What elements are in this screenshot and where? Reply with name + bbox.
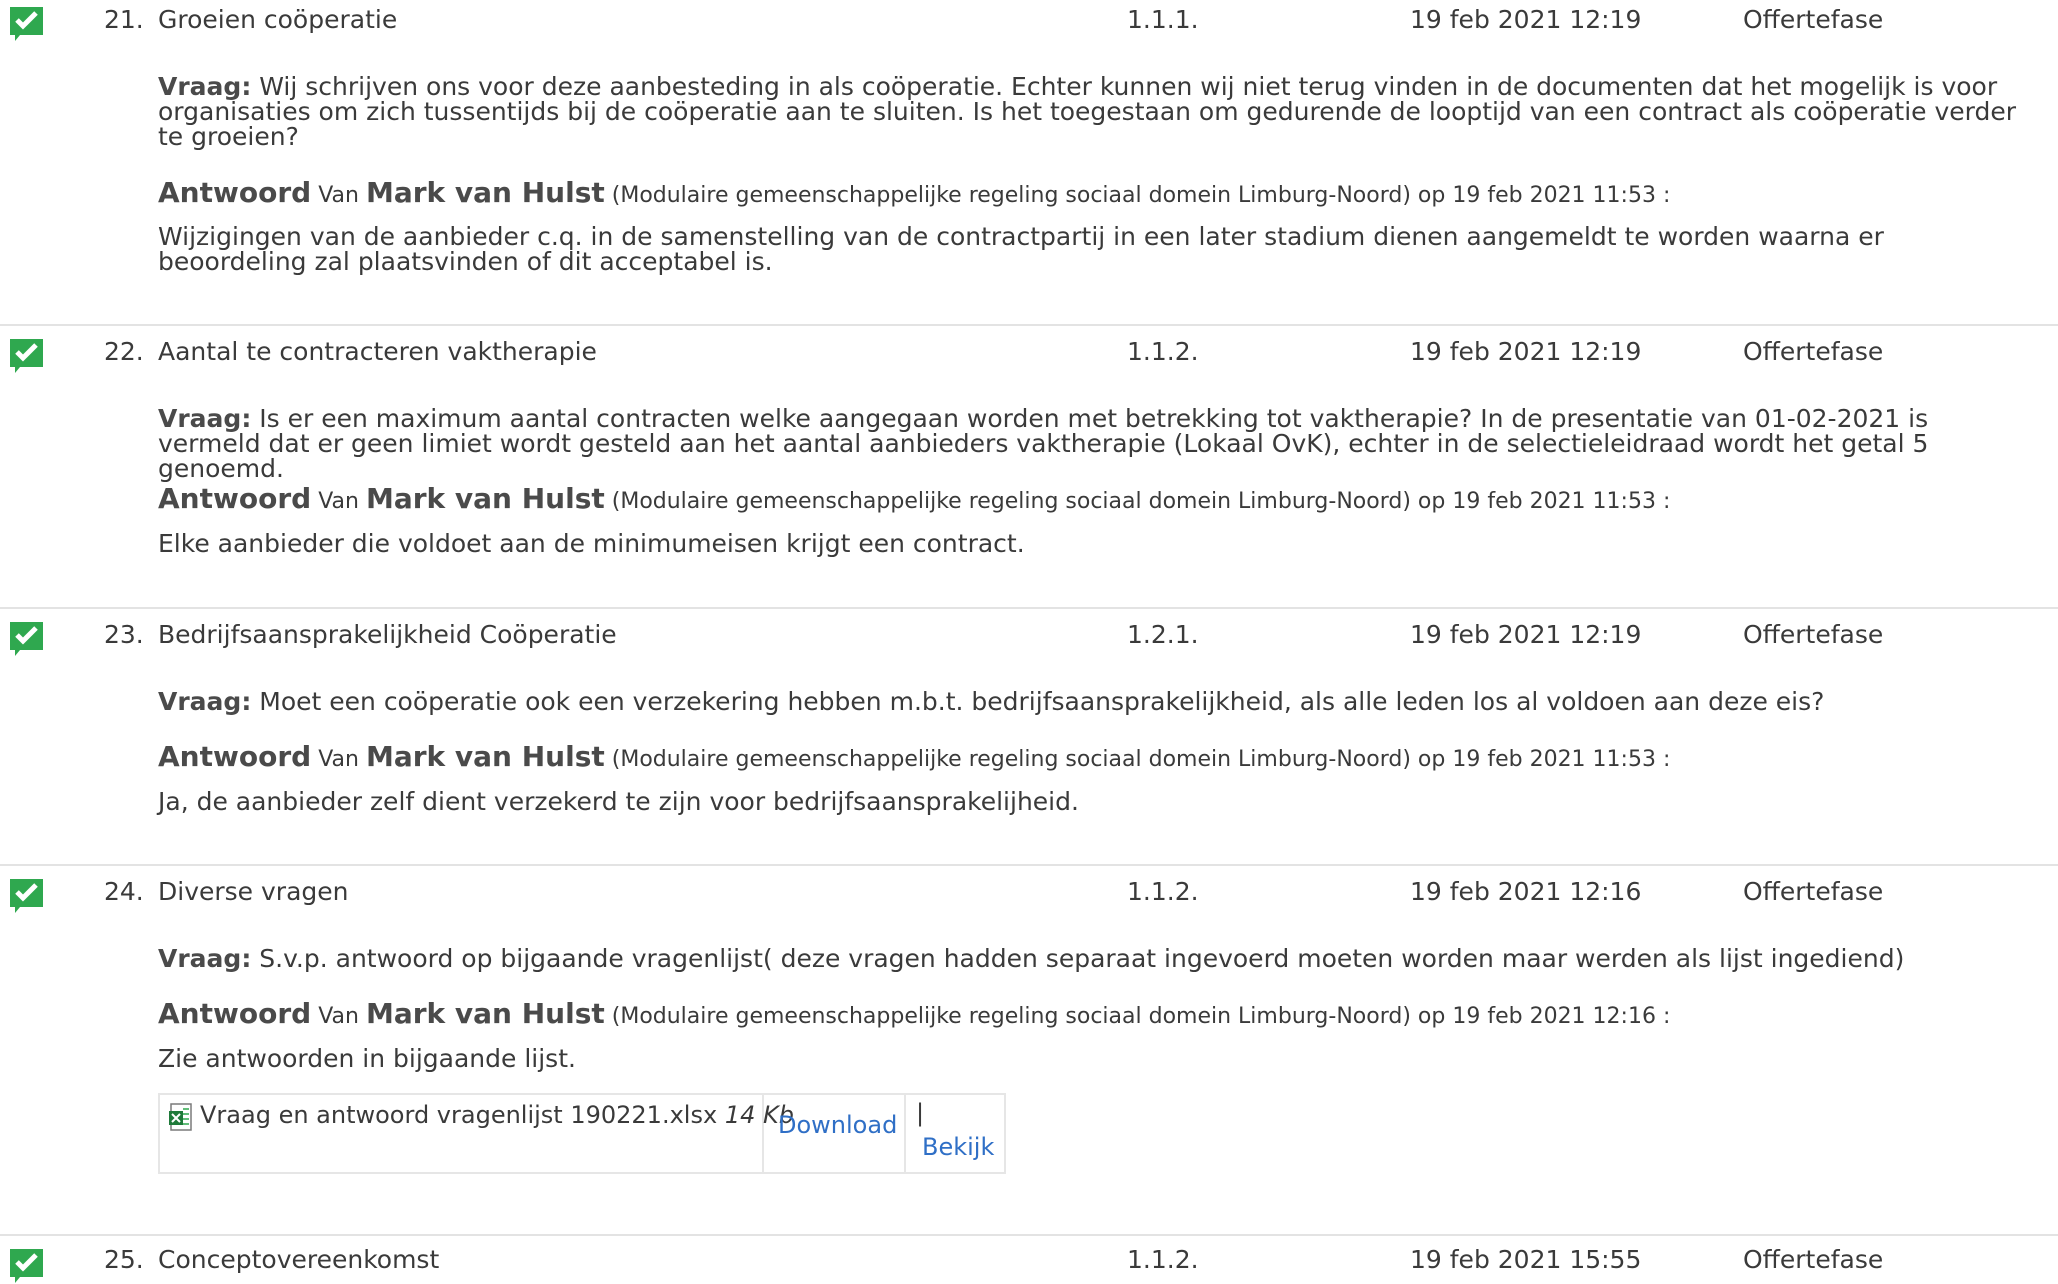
answer-text: Wijzigingen van de aanbieder c.q. in de … <box>158 222 1884 276</box>
answer-on: op <box>1417 747 1446 772</box>
qa-date: 19 feb 2021 15:55 <box>1410 1245 1642 1274</box>
question-text: Vraag: S.v.p. antwoord op bijgaande vrag… <box>158 946 2038 971</box>
answer-label: Antwoord <box>158 740 312 773</box>
question-label: Vraag: <box>158 944 252 973</box>
qa-title[interactable]: Conceptovereenkomst <box>158 1245 439 1274</box>
answer-from: Van <box>318 489 359 514</box>
attachment-table: Vraag en antwoord vragenlijst 190221.xls… <box>158 1093 1006 1174</box>
answer-label: Antwoord <box>158 997 312 1030</box>
answer-from: Van <box>318 183 359 208</box>
excel-file-icon <box>169 1103 192 1131</box>
answer-on: op <box>1417 1004 1446 1029</box>
answer-text: Ja, de aanbieder zelf dient verzekerd te… <box>158 787 1079 816</box>
answer-author: Mark van Hulst <box>365 997 605 1030</box>
qa-number: 21. <box>104 5 144 34</box>
qa-title[interactable]: Aantal te contracteren vaktherapie <box>158 337 597 366</box>
answer-date: 19 feb 2021 11:53 <box>1452 747 1656 772</box>
answered-check-icon <box>10 879 43 913</box>
item-separator <box>0 1234 2058 1236</box>
qa-number: 23. <box>104 620 144 649</box>
qa-reference: 1.1.1. <box>1127 5 1199 34</box>
question-body: Wij schrijven ons voor deze aanbesteding… <box>158 72 2017 151</box>
answer-on: op <box>1417 489 1446 514</box>
answer-meta: Antwoord Van Mark van Hulst (Modulaire g… <box>158 740 1670 773</box>
answer-date: 19 feb 2021 12:16 <box>1452 1004 1656 1029</box>
answer-colon: : <box>1662 183 1671 208</box>
answer-colon: : <box>1662 1004 1671 1029</box>
qa-title[interactable]: Diverse vragen <box>158 877 349 906</box>
answer-colon: : <box>1662 747 1671 772</box>
answer-date: 19 feb 2021 11:53 <box>1452 183 1656 208</box>
link-separator: | <box>916 1099 925 1127</box>
answer-author: Mark van Hulst <box>365 740 605 773</box>
question-body: Moet een coöperatie ook een verzekering … <box>259 687 1825 716</box>
answer-author: Mark van Hulst <box>365 482 605 515</box>
answer-org: (Modulaire gemeenschappelijke regeling s… <box>611 183 1411 208</box>
qa-title[interactable]: Bedrijfsaansprakelijkheid Coöperatie <box>158 620 617 649</box>
answer-author: Mark van Hulst <box>365 176 605 209</box>
item-separator <box>0 324 2058 326</box>
answered-check-icon <box>10 622 43 656</box>
qa-phase: Offertefase <box>1743 877 1884 906</box>
qa-date: 19 feb 2021 12:19 <box>1410 620 1642 649</box>
answer-label: Antwoord <box>158 482 312 515</box>
item-separator <box>0 607 2058 609</box>
question-body: Is er een maximum aantal contracten welk… <box>158 404 1929 483</box>
answer-label: Antwoord <box>158 176 312 209</box>
answer-org: (Modulaire gemeenschappelijke regeling s… <box>611 747 1411 772</box>
answer-on: op <box>1417 183 1446 208</box>
question-text: Vraag: Is er een maximum aantal contract… <box>158 406 2038 481</box>
answer-meta: Antwoord Van Mark van Hulst (Modulaire g… <box>158 997 1670 1030</box>
qa-reference: 1.2.1. <box>1127 620 1199 649</box>
filename-text: Vraag en antwoord vragenlijst 190221.xls… <box>200 1101 718 1129</box>
answer-from: Van <box>318 747 359 772</box>
qa-reference: 1.1.2. <box>1127 877 1199 906</box>
qa-reference: 1.1.2. <box>1127 337 1199 366</box>
answer-org: (Modulaire gemeenschappelijke regeling s… <box>611 1004 1411 1029</box>
attachment-file-cell: Vraag en antwoord vragenlijst 190221.xls… <box>160 1095 794 1172</box>
answer-meta: Antwoord Van Mark van Hulst (Modulaire g… <box>158 176 1670 209</box>
view-link[interactable]: Bekijk <box>922 1133 994 1161</box>
attachment-download-cell: Download <box>764 1095 906 1172</box>
qa-date: 19 feb 2021 12:19 <box>1410 5 1642 34</box>
qa-number: 22. <box>104 337 144 366</box>
answer-meta: Antwoord Van Mark van Hulst (Modulaire g… <box>158 482 1670 515</box>
qa-phase: Offertefase <box>1743 1245 1884 1274</box>
attachment-view-cell: | Bekijk <box>906 1095 1004 1172</box>
qa-phase: Offertefase <box>1743 5 1884 34</box>
qa-date: 19 feb 2021 12:19 <box>1410 337 1642 366</box>
qa-number: 24. <box>104 877 144 906</box>
qa-phase: Offertefase <box>1743 620 1884 649</box>
question-body: S.v.p. antwoord op bijgaande vragenlijst… <box>259 944 1905 973</box>
answer-text: Zie antwoorden in bijgaande lijst. <box>158 1044 576 1073</box>
answered-check-icon <box>10 1249 43 1283</box>
attachment-filename: Vraag en antwoord vragenlijst 190221.xls… <box>200 1101 794 1129</box>
qa-number: 25. <box>104 1245 144 1274</box>
qa-title[interactable]: Groeien coöperatie <box>158 5 397 34</box>
qa-reference: 1.1.2. <box>1127 1245 1199 1274</box>
answered-check-icon <box>10 339 43 373</box>
download-link[interactable]: Download <box>778 1111 897 1139</box>
question-text: Vraag: Wij schrijven ons voor deze aanbe… <box>158 74 2038 149</box>
answered-check-icon <box>10 7 43 41</box>
answer-org: (Modulaire gemeenschappelijke regeling s… <box>611 489 1411 514</box>
answer-colon: : <box>1662 489 1671 514</box>
qa-phase: Offertefase <box>1743 337 1884 366</box>
qa-date: 19 feb 2021 12:16 <box>1410 877 1642 906</box>
answer-text: Elke aanbieder die voldoet aan de minimu… <box>158 529 1025 558</box>
answer-date: 19 feb 2021 11:53 <box>1452 489 1656 514</box>
item-separator <box>0 864 2058 866</box>
question-text: Vraag: Moet een coöperatie ook een verze… <box>158 689 2038 714</box>
answer-from: Van <box>318 1004 359 1029</box>
question-label: Vraag: <box>158 687 252 716</box>
